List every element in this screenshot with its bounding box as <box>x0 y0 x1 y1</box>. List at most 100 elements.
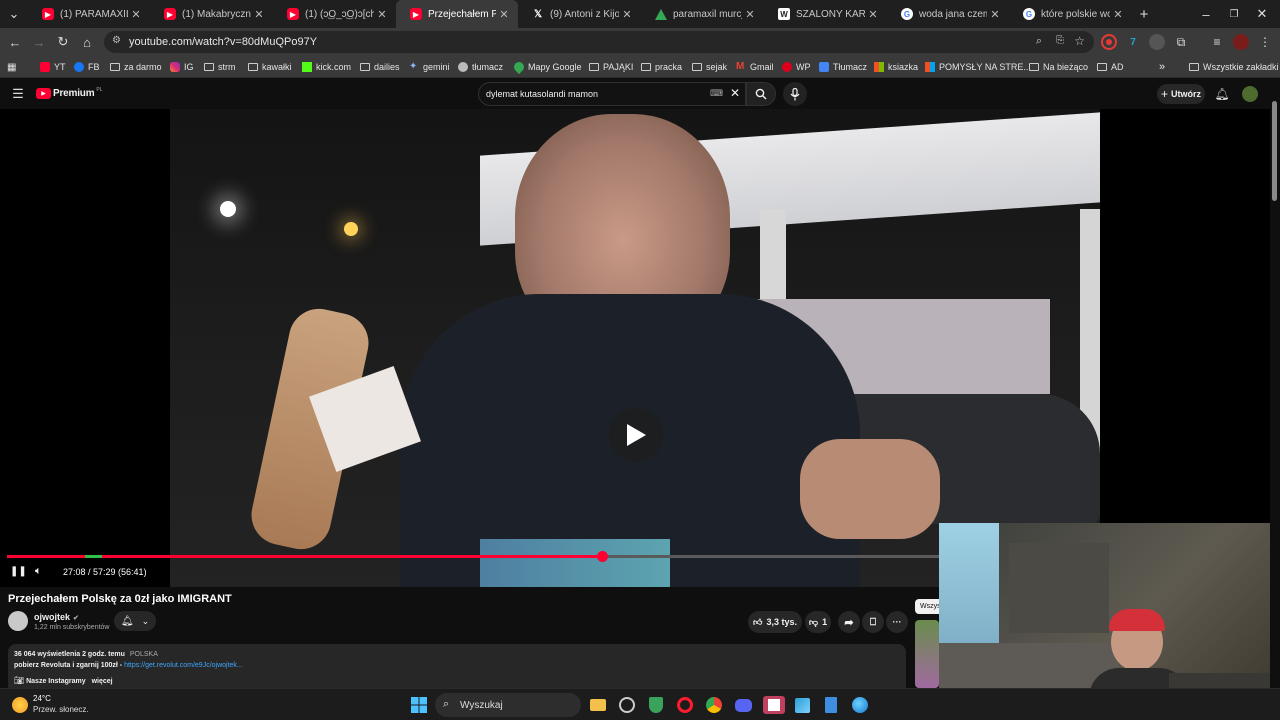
app-icon[interactable] <box>618 696 636 714</box>
progress-scrubber[interactable] <box>596 551 608 562</box>
bookmark-star-icon[interactable]: ☆ <box>1074 34 1085 48</box>
tab-5[interactable]: 𝕏 (9) Antoni z Kijowa w ✕ <box>518 0 641 28</box>
weather-temperature[interactable]: 24°C <box>33 694 51 703</box>
tab-1[interactable]: ▶ (1) PARAMAXIL SZAL ✕ <box>28 0 150 28</box>
share-button[interactable]: ➦ <box>838 611 860 633</box>
youtube-logo[interactable]: ▶ Premium PL <box>36 87 103 99</box>
subscription-bell-button[interactable]: 🔔︎ ⌄ <box>114 611 156 631</box>
bookmark-pracka[interactable]: pracka <box>641 60 682 74</box>
show-more-link[interactable]: więcej <box>92 678 113 685</box>
bookmark-dailies[interactable]: dailies <box>360 60 400 74</box>
close-icon[interactable]: ✕ <box>987 8 1003 21</box>
recommended-thumbnail[interactable] <box>915 620 939 688</box>
app-icon-active[interactable] <box>763 696 785 714</box>
bookmark-tlumacz-2[interactable]: Tłumacz <box>819 60 867 74</box>
minimize-icon[interactable]: – <box>1196 4 1216 24</box>
seven-tv-extension-icon[interactable]: 7 <box>1125 34 1141 50</box>
bookmark-fb[interactable]: FB <box>74 60 100 74</box>
video-player[interactable] <box>0 109 1270 587</box>
tab-6[interactable]: paramaxil murcja 80 ✕ <box>641 0 764 28</box>
dislike-button[interactable]: 👎︎ 1 <box>805 611 831 633</box>
voice-search-button[interactable] <box>783 82 807 106</box>
tab-2[interactable]: ▶ (1) Makabryczna zbro ✕ <box>150 0 273 28</box>
windows-start-icon[interactable] <box>410 696 428 714</box>
close-window-icon[interactable]: ✕ <box>1252 4 1272 24</box>
keyboard-icon[interactable]: ⌨ <box>710 88 723 99</box>
tab-search-icon[interactable]: ≡ <box>1209 34 1225 50</box>
channel-avatar[interactable] <box>8 611 28 631</box>
tab-7[interactable]: W SZALONY KARZEŁ PO ✕ <box>764 0 887 28</box>
search-input[interactable]: dylemat kutasolandi mamon ⌨ ✕ <box>478 82 746 106</box>
globe-icon[interactable] <box>851 696 869 714</box>
promo-link[interactable]: https://get.revolut.com/e9Jc/ojwojtek... <box>124 662 243 669</box>
back-arrow-icon[interactable]: ← <box>5 32 25 52</box>
page-scrollbar[interactable] <box>1270 79 1280 688</box>
chrome-icon[interactable] <box>705 696 723 714</box>
tab-4-active[interactable]: ▶ Przejechałem Pol ✕ <box>396 0 518 28</box>
search-button[interactable] <box>746 82 776 106</box>
close-icon[interactable]: ✕ <box>374 8 390 21</box>
bookmark-pomysly[interactable]: POMYSŁY NA STRE... <box>925 60 1031 74</box>
close-icon[interactable]: ✕ <box>1110 8 1126 21</box>
bookmark-kick[interactable]: kick.com <box>302 60 351 74</box>
bookmark-na-biezaco[interactable]: Na bieżąco <box>1029 60 1088 74</box>
tab-9[interactable]: G które polskie wody s ✕ <box>1009 0 1132 28</box>
close-icon[interactable]: ✕ <box>496 8 512 21</box>
close-icon[interactable]: ✕ <box>742 8 758 21</box>
create-button[interactable]: + Utwórz <box>1157 84 1205 104</box>
bookmark-ad[interactable]: AD <box>1097 60 1124 74</box>
weather-description[interactable]: Przew. słonecz. <box>33 705 89 714</box>
bookmark-kawalki[interactable]: kawałki <box>248 60 292 74</box>
address-bar[interactable]: ⚙ youtube.com/watch?v=80dMuQPo97Y ⌕ ⎘ ☆ <box>104 31 1094 53</box>
description-box[interactable]: 36 064 wyświetlenia 2 godz. temu POLSKA … <box>8 644 906 694</box>
bookmark-wp[interactable]: WP <box>782 60 811 74</box>
notepad-icon[interactable] <box>822 696 840 714</box>
tab-8[interactable]: G woda jana czemu jes ✕ <box>887 0 1009 28</box>
reload-icon[interactable]: ↻ <box>53 32 73 52</box>
close-icon[interactable]: ✕ <box>251 8 267 21</box>
taskbar-search[interactable]: ⌕ Wyszukaj <box>435 693 581 717</box>
extensions-puzzle-icon[interactable]: ⧉ <box>1173 34 1189 50</box>
bookmark-yt[interactable]: YT <box>40 60 66 74</box>
like-button[interactable]: 👍︎ 3,3 tys. <box>748 611 802 633</box>
bookmark-ig[interactable]: IG <box>170 60 194 74</box>
new-tab-plus-icon[interactable]: + <box>1134 4 1154 24</box>
close-icon[interactable]: ✕ <box>619 8 635 21</box>
save-button[interactable]: ⎕ <box>862 611 884 633</box>
all-bookmarks[interactable]: Wszystkie zakładki <box>1189 60 1279 74</box>
bookmark-gmail[interactable]: M Gmail <box>736 60 774 74</box>
apps-grid-icon[interactable]: ▦ <box>7 60 16 74</box>
forward-arrow-icon[interactable]: → <box>29 32 49 52</box>
bookmark-pajaki[interactable]: PAJĄKI <box>589 60 633 74</box>
account-avatar[interactable] <box>1242 86 1258 102</box>
zoom-icon[interactable]: ⌕ <box>1036 35 1042 48</box>
channel-name[interactable]: ojwojtek ✔ <box>34 612 79 622</box>
scrollbar-thumb[interactable] <box>1272 101 1277 201</box>
tab-search-chevron-icon[interactable]: ⌄ <box>4 4 24 24</box>
discord-icon[interactable] <box>734 696 752 714</box>
file-explorer-icon[interactable] <box>589 696 607 714</box>
bookmark-gemini[interactable]: ✦ gemini <box>409 60 450 74</box>
extension-icon[interactable] <box>1149 34 1165 50</box>
tab-3[interactable]: ▶ (1) (ↄ͜O_ↄ͜O)ɔ[chciałb ✕ <box>273 0 396 28</box>
restore-icon[interactable]: ❐ <box>1224 4 1244 24</box>
opera-icon[interactable] <box>676 696 694 714</box>
bookmark-mapy-google[interactable]: Mapy Google <box>511 59 582 75</box>
record-extension-icon[interactable] <box>1101 34 1117 50</box>
site-info-icon[interactable]: ⚙ <box>112 35 121 46</box>
home-icon[interactable]: ⌂ <box>77 32 97 52</box>
bookmark-za-darmo[interactable]: za darmo <box>110 60 162 74</box>
shield-app-icon[interactable] <box>647 696 665 714</box>
notifications-bell-icon[interactable]: 🔔︎ <box>1212 84 1232 104</box>
bookmarks-more-chevron[interactable]: » <box>1159 60 1165 74</box>
bookmark-ksiazka[interactable]: ksiazka <box>874 60 918 74</box>
pause-icon[interactable]: ❚❚ <box>10 566 27 577</box>
paint-icon[interactable] <box>793 696 811 714</box>
location-tag[interactable]: POLSKA <box>130 651 158 658</box>
bookmark-strm[interactable]: strm <box>204 60 236 74</box>
volume-icon[interactable]: 🔈︎ <box>35 565 42 578</box>
hamburger-menu-icon[interactable]: ☰ <box>8 84 28 104</box>
bookmark-tlumacz[interactable]: tłumacz <box>458 60 503 74</box>
profile-avatar[interactable] <box>1233 34 1249 50</box>
more-actions-button[interactable]: ··· <box>886 611 908 633</box>
